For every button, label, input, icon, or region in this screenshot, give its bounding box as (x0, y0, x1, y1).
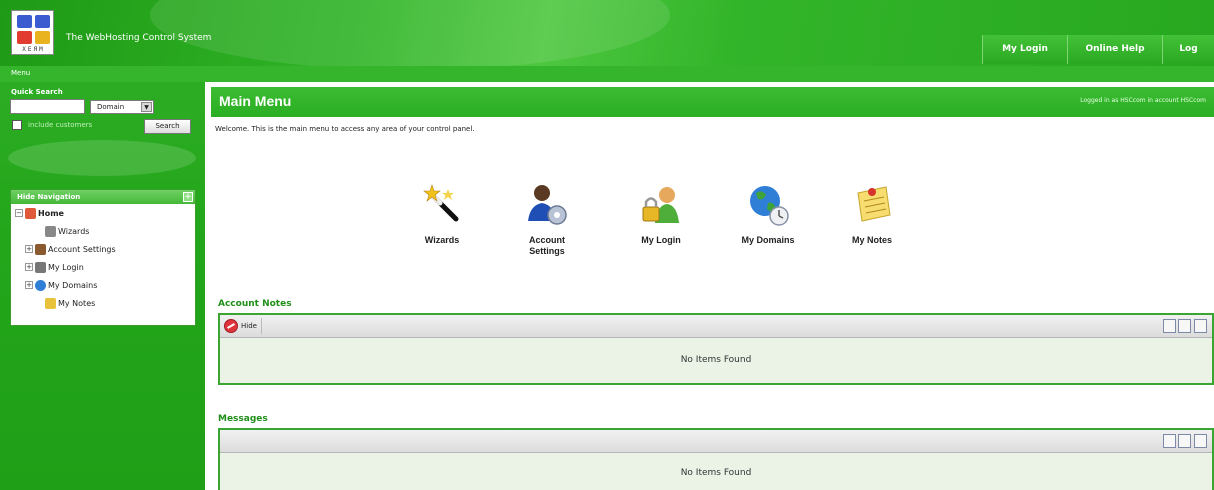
top-nav: My Login Online Help Log Out (982, 35, 1214, 64)
account-settings-label: Account Settings (529, 235, 565, 256)
my-login-link[interactable]: My Login (982, 35, 1067, 64)
sidebar-item-my-notes[interactable]: My Notes (45, 296, 95, 310)
sidebar-item-label: Account Settings (48, 244, 116, 254)
hide-navigation-label: Hide Navigation (17, 193, 81, 201)
expand-icon[interactable]: + (25, 281, 33, 289)
sidebar-glow (8, 140, 196, 176)
search-input[interactable] (10, 99, 85, 114)
collapse-icon[interactable]: − (15, 209, 23, 217)
globe-icon (746, 183, 790, 227)
sidebar-item-my-login[interactable]: + My Login (25, 260, 84, 274)
account-notes-empty: No Items Found (220, 338, 1212, 383)
account-settings-shortcut[interactable]: Account Settings (507, 183, 587, 257)
account-notes-toolbar: Hide (220, 315, 1212, 338)
hide-label: Hide (241, 322, 257, 330)
sidebar-item-label: Wizards (58, 226, 90, 236)
wand-icon (420, 183, 464, 227)
account-notes-title: Account Notes (218, 299, 292, 309)
chevron-down-icon[interactable]: ▼ (141, 102, 152, 112)
breadcrumb[interactable]: Menu (11, 69, 30, 77)
hide-icon (224, 319, 238, 333)
collapse-icon[interactable]: + (183, 192, 193, 202)
include-customers-label: include customers (28, 121, 93, 129)
sidebar-item-account-settings[interactable]: + Account Settings (25, 242, 116, 256)
print-icon[interactable] (1178, 434, 1191, 448)
breadcrumb-strip: Menu (0, 66, 1214, 82)
add-icon[interactable] (1194, 434, 1207, 448)
my-domains-label: My Domains (741, 235, 795, 245)
sidebar: Quick Search Domain ▼ include customers … (0, 82, 205, 490)
notes-icon (45, 297, 56, 309)
messages-title: Messages (218, 414, 268, 424)
top-header: ХЕЯМ The WebHosting Control System My Lo… (0, 0, 1214, 66)
sidebar-item-home[interactable]: − Home (15, 206, 64, 220)
search-type-value: Domain (97, 103, 125, 111)
logged-in-status: Logged in as HSCcom in account HSCcom (1080, 97, 1206, 104)
login-icon (35, 261, 46, 273)
messages-panel: No Items Found (218, 428, 1214, 490)
expand-icon[interactable]: + (25, 263, 33, 271)
export-icon[interactable] (1163, 434, 1176, 448)
quick-search-title: Quick Search (11, 88, 63, 96)
messages-toolbar (220, 430, 1212, 453)
sidebar-item-label: My Login (48, 262, 84, 272)
wizards-shortcut[interactable]: Wizards (402, 183, 482, 246)
hide-navigation-header[interactable]: Hide Navigation + (11, 190, 195, 204)
page-title: Main Menu (219, 93, 292, 109)
my-domains-shortcut[interactable]: My Domains (728, 183, 808, 246)
globe-icon (35, 279, 46, 291)
expand-icon[interactable]: + (25, 245, 33, 253)
sidebar-item-label: My Domains (48, 280, 98, 290)
export-icon[interactable] (1163, 319, 1176, 333)
account-settings-icon (525, 183, 569, 227)
logo-text: ХЕЯМ (22, 46, 45, 53)
welcome-text: Welcome. This is the main menu to access… (215, 125, 475, 133)
sidebar-item-label: My Notes (58, 298, 96, 308)
messages-empty: No Items Found (220, 453, 1212, 490)
navigation-tree: Hide Navigation + − Home Wizards + Account S… (10, 189, 196, 326)
hide-button[interactable]: Hide (224, 318, 262, 334)
logo[interactable]: ХЕЯМ (11, 10, 54, 55)
sidebar-item-my-domains[interactable]: + My Domains (25, 278, 97, 292)
my-notes-shortcut[interactable]: My Notes (832, 183, 912, 246)
main-header: Main Menu Logged in as HSCcom in account… (211, 87, 1214, 117)
login-icon (639, 183, 683, 227)
online-help-link[interactable]: Online Help (1067, 35, 1162, 64)
app-title: The WebHosting Control System (66, 33, 212, 43)
my-login-label: My Login (641, 235, 681, 245)
wand-icon (45, 225, 56, 237)
header-swoosh (150, 0, 670, 66)
print-icon[interactable] (1178, 319, 1191, 333)
include-customers-checkbox[interactable] (12, 120, 22, 130)
users-icon (35, 243, 46, 255)
sidebar-item-label: Home (38, 208, 64, 218)
wizards-label: Wizards (424, 235, 460, 245)
my-notes-label: My Notes (851, 235, 892, 245)
home-icon (25, 207, 36, 219)
search-type-select[interactable]: Domain ▼ (90, 100, 154, 114)
add-icon[interactable] (1194, 319, 1207, 333)
search-button[interactable]: Search (144, 119, 191, 134)
sidebar-item-wizards[interactable]: Wizards (45, 224, 89, 238)
log-out-link[interactable]: Log Out (1162, 35, 1214, 64)
notes-icon (850, 183, 894, 227)
account-notes-panel: Hide No Items Found (218, 313, 1214, 385)
my-login-shortcut[interactable]: My Login (621, 183, 701, 246)
